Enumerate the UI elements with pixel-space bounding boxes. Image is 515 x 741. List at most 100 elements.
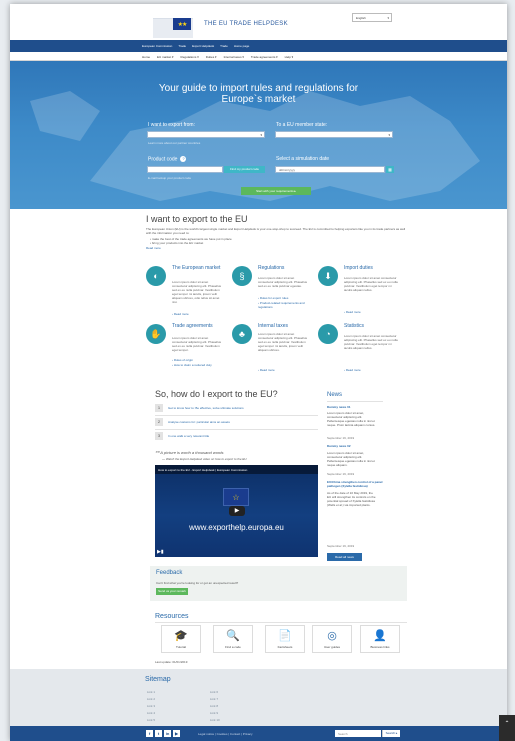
tile-link-label: Rules for export rules (259, 296, 289, 300)
news-title: News (327, 392, 343, 398)
breadcrumb-item[interactable]: European Commission (142, 44, 172, 48)
sitemap-link[interactable]: Link 4 (147, 711, 155, 715)
hero-title-line1: Your guide to import rules and regulatio… (158, 83, 359, 94)
chevron-down-icon: ▾ (387, 16, 389, 20)
twitter-icon[interactable]: t (155, 730, 162, 737)
tile-link[interactable]: › Rules of origin (172, 358, 224, 362)
step-2[interactable]: 2 Analyse customs for: particular aims a… (155, 418, 315, 426)
footer-search-button[interactable]: Search ▸ (382, 730, 400, 737)
sitemap-link[interactable]: Link 2 (147, 697, 155, 701)
tile-link[interactable]: › Read more (344, 368, 361, 372)
footer-search-input[interactable]: Search (335, 730, 381, 737)
member-state-select[interactable]: ▾ (275, 131, 393, 138)
back-to-top-icon[interactable]: ⌃ (499, 715, 515, 741)
news-item-date: September 19, 2019 (327, 436, 355, 440)
bullet-text: bring your products into the EU market (151, 241, 204, 245)
sitemap: Sitemap Link 1 Link 2 Link 3 Link 4 Link… (10, 669, 507, 726)
start-requirements-button[interactable]: Start with your requirements ▸ (241, 187, 311, 195)
linkedin-icon[interactable]: in (164, 730, 171, 737)
tile-title-statistics[interactable]: Statistics (344, 323, 394, 329)
facebook-icon[interactable]: f (146, 730, 153, 737)
tile-text: Lorem ipsum dolor sit amet consectetur a… (258, 332, 308, 352)
handshake-icon[interactable]: ✋ (146, 324, 166, 344)
step-1[interactable]: 1 Get to know how to: Be effective, solv… (155, 404, 315, 412)
breadcrumb-item[interactable]: Home page (234, 44, 250, 48)
statistics-icon[interactable]: ◔ (318, 324, 338, 344)
resource-find-code[interactable]: 🔍 Find a code (213, 625, 253, 653)
breadcrumb-item[interactable]: Export Helpdesk (192, 44, 214, 48)
nav-item-home[interactable]: Home (142, 55, 150, 59)
export-read-more-link[interactable]: Read more (146, 246, 161, 250)
tile-link[interactable]: › Read more (172, 312, 189, 316)
eu-flag-icon[interactable]: ★★ (173, 18, 191, 30)
language-select[interactable]: English ▾ (352, 13, 392, 22)
last-update: Last update: 01/01/2019 (155, 660, 188, 664)
footer-links[interactable]: Legal notice | Cookies | Contact | Priva… (198, 732, 253, 736)
tile-link[interactable]: › Read more (344, 310, 361, 314)
tile-link[interactable]: › Product-related requirements and regul… (258, 301, 310, 309)
nav-item-internal-taxes[interactable]: Internal taxes ▾ (224, 55, 244, 59)
export-section-bullet: • bring your products into the EU market (150, 241, 204, 245)
nav-item-duties[interactable]: Duties ▾ (206, 55, 217, 59)
news-item-head[interactable]: Dummy news 02 (327, 444, 351, 448)
tile-link[interactable]: › How to claim a reduced duty (172, 363, 224, 367)
find-product-code-button[interactable]: Find my product code (224, 166, 265, 173)
nav-item-trade-agreements[interactable]: Trade agreements ▾ (251, 55, 278, 59)
regulations-icon[interactable]: § (232, 266, 252, 286)
product-code-lookup-link[interactable]: E-mail lookup your product code (148, 176, 191, 180)
tile-title-trade-agreements[interactable]: Trade agreements (172, 323, 222, 329)
nav-item-regulations[interactable]: Regulations ▾ (181, 55, 199, 59)
internal-taxes-icon[interactable]: ♣ (232, 324, 252, 344)
import-duties-icon[interactable]: ⬇ (318, 266, 338, 286)
simulation-date-label: Select a simulation date (276, 156, 330, 162)
sitemap-link[interactable]: Link 3 (147, 704, 155, 708)
info-icon[interactable]: ? (180, 156, 187, 162)
document-icon: 📄 (278, 630, 292, 642)
product-code-input[interactable] (147, 166, 223, 173)
tile-link[interactable]: › Read more (258, 368, 275, 372)
news-item-head[interactable]: EU/China strengthen control of a panel p… (327, 480, 383, 488)
tile-title-internal-taxes[interactable]: Internal taxes (258, 323, 308, 329)
send-remark-button[interactable]: Send us your remark (156, 588, 188, 595)
resource-tutorial[interactable]: 🎓 Tutorial (161, 625, 201, 653)
sitemap-link[interactable]: Link 8 (210, 704, 218, 708)
read-all-news-button[interactable]: Read all news (327, 553, 362, 561)
breadcrumb-item[interactable]: Trade (220, 44, 228, 48)
breadcrumb-item[interactable]: Trade (178, 44, 186, 48)
top-bar: ★★ THE EU TRADE HELPDESK English ▾ (10, 4, 507, 40)
tile-title-european-market[interactable]: The European market (172, 265, 222, 271)
sitemap-link[interactable]: Link 9 (210, 711, 218, 715)
main-nav: Home EU market ▾ Regulations ▾ Duties ▾ … (10, 52, 507, 61)
sitemap-link[interactable]: Link 1 (147, 690, 155, 694)
resource-factsheets[interactable]: 📄 Factsheets (265, 625, 305, 653)
partner-countries-link[interactable]: Learn more about our partner countries (148, 141, 200, 145)
news-item-head[interactable]: Dummy news 01 (327, 405, 351, 409)
sitemap-link[interactable]: Link 10 (210, 718, 220, 722)
tile-link[interactable]: › Rules for export rules (258, 296, 310, 300)
tile-title-regulations[interactable]: Regulations (258, 265, 308, 271)
news-item-body: Lorem ipsum dolor sit amet, consectetur … (327, 411, 376, 427)
globe-icon[interactable]: ◐ (146, 266, 166, 286)
hero-search-panel: Your guide to import rules and regulatio… (10, 61, 507, 209)
step-3[interactable]: 3 In one walk a very relevant title (155, 432, 315, 440)
export-from-select[interactable]: ▾ (147, 131, 265, 138)
nav-item-help[interactable]: Help ▾ (285, 55, 294, 59)
calendar-icon[interactable]: ▦ (386, 166, 394, 173)
sitemap-link[interactable]: Link 6 (210, 690, 218, 694)
tile-link-label: How to claim a reduced duty (173, 363, 212, 367)
video-title[interactable]: How to export to the EU - Export Helpdes… (158, 468, 247, 472)
sitemap-link[interactable]: Link 5 (147, 718, 155, 722)
resource-business-links[interactable]: 👤 Business links (360, 625, 400, 653)
tile-title-import-duties[interactable]: Import duties (344, 265, 394, 271)
video-quote: ❝❝ A picture is worth a thousand words (155, 450, 224, 455)
page: ★★ THE EU TRADE HELPDESK English ▾ Europ… (10, 4, 507, 741)
simulation-date-input[interactable]: dd/mm/yyyy (275, 166, 385, 173)
video-player[interactable]: How to export to the EU - Export Helpdes… (155, 465, 318, 557)
resource-user-guides[interactable]: ◎ User guides (312, 625, 352, 653)
sitemap-link[interactable]: Link 7 (210, 697, 218, 701)
play-icon[interactable]: ▶ (229, 506, 245, 516)
nav-item-eu-market[interactable]: EU market ▾ (157, 55, 174, 59)
video-controls-icon[interactable]: ▶▮ (157, 549, 164, 555)
youtube-icon[interactable]: ▶ (173, 730, 180, 737)
site-title[interactable]: THE EU TRADE HELPDESK (204, 21, 288, 27)
